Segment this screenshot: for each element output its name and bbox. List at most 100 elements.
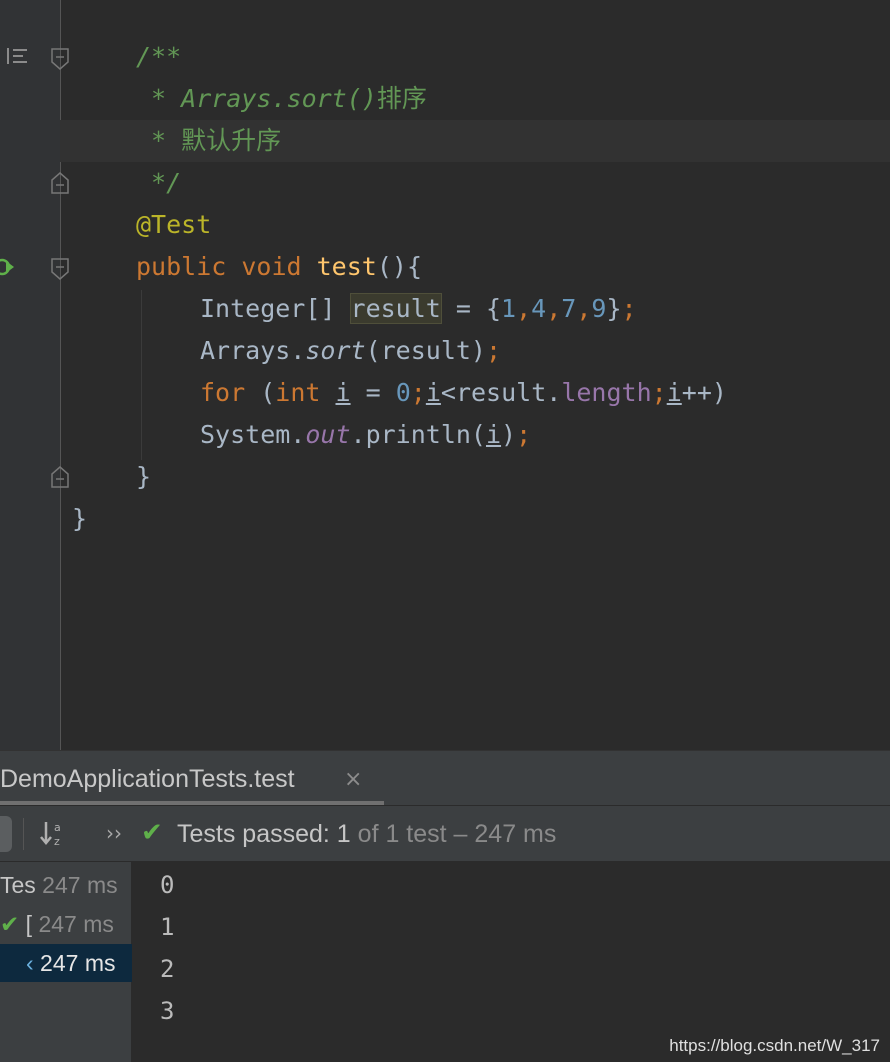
code-token: = { [440,294,502,323]
run-test-icon[interactable] [0,256,16,283]
code-editor[interactable]: /** * Arrays.sort()排序 * 默认升序 */ @Test pu… [0,0,890,750]
close-icon[interactable]: × [344,765,362,795]
code-token: 0 [395,378,411,407]
run-toolbar: az ›› ✔ Tests passed: 1 of 1 test – 247 … [0,805,890,862]
code-line[interactable]: */ [136,162,181,204]
code-token: ( [260,378,276,407]
toolbar-separator [23,818,24,850]
code-token: ; [651,378,667,407]
svg-text:a: a [54,821,61,834]
code-token: 排序 [376,84,427,113]
code-token: (){ [376,252,422,281]
code-token: , [576,294,592,323]
code-token: * [136,126,182,155]
tree-row-time: 247 ms [32,911,114,937]
check-icon: ✔ [141,818,163,848]
code-token: } [136,462,152,491]
fold-end-icon[interactable] [51,172,69,194]
code-token: } [72,504,88,533]
code-line[interactable]: public void test(){ [136,246,422,288]
code-token: int [275,378,336,407]
tests-summary: of 1 test – 247 ms [350,820,557,848]
code-token: public [136,252,242,281]
code-token: 7 [561,294,577,323]
code-line[interactable]: Integer[] result = {1,4,7,9}; [200,288,637,330]
code-token: 默认升序 [181,126,282,155]
code-token: = [350,378,396,407]
code-line[interactable]: * 默认升序 [136,120,281,162]
code-line[interactable]: * Arrays.sort()排序 [136,78,427,120]
code-line[interactable]: } [72,498,87,540]
more-actions-icon[interactable]: ›› [106,818,122,848]
fold-start-icon[interactable] [51,48,69,70]
code-token: 1 [501,294,517,323]
code-line[interactable]: /** [136,36,181,78]
fold-start-icon[interactable] [51,258,69,280]
tests-passed-label: Tests passed: 1 [177,820,351,848]
tree-row-marker: ‹ [26,950,34,976]
code-token: sort [305,336,366,365]
code-token: i [666,378,682,407]
svg-text:z: z [54,835,60,848]
watermark: https://blog.csdn.net/W_317 [669,1036,880,1055]
output-line: 1 [160,913,175,941]
indent-guide [141,290,142,460]
run-tool-window: DemoApplicationTests.test × az ›› ✔ Test… [0,750,890,1062]
code-token: @Test [136,210,212,239]
editor-gutter[interactable] [0,0,60,750]
run-tab-title[interactable]: DemoApplicationTests.test [0,761,295,797]
tree-row-name: [ [19,911,33,937]
code-token: 4 [531,294,547,323]
code-token: .println( [350,420,486,449]
code-token: i [485,420,502,449]
fold-end-icon[interactable] [51,466,69,488]
tree-row-method[interactable]: ✔ [ 247 ms [0,905,132,943]
code-token: ; [410,378,426,407]
code-line[interactable]: Arrays.sort(result); [200,330,501,372]
rerun-button[interactable] [0,816,12,852]
doc-comment-render-icon[interactable] [6,46,30,71]
code-token: out [305,420,351,449]
code-token: System. [200,420,306,449]
output-line: 2 [160,955,175,983]
code-token: ; [621,294,637,323]
code-token: length [561,378,652,407]
code-line[interactable]: System.out.println(i); [200,414,531,456]
test-tree[interactable]: Tes 247 ms ✔ [ 247 ms ‹ 247 ms [0,862,132,1062]
code-token: Integer[] [200,294,351,323]
code-token: * Arrays.sort() [136,84,377,113]
code-token: result [349,293,442,324]
code-token: , [546,294,562,323]
code-line[interactable]: for (int i = 0;i<result.length;i++) [200,372,727,414]
output-line: 3 [160,997,175,1025]
code-token: test [316,252,377,281]
code-token: 9 [591,294,607,323]
code-token: */ [136,168,182,197]
console-output[interactable]: 0 1 2 3 [133,862,890,1062]
check-icon: ✔ [0,912,20,938]
sort-alphabetically-icon[interactable]: az [40,818,68,857]
tree-row-time: 247 ms [33,950,116,976]
code-token: } [606,294,622,323]
tree-row-class[interactable]: Tes 247 ms [0,866,132,904]
test-status: Tests passed: 1 of 1 test – 247 ms [177,817,556,851]
tree-row-selected[interactable]: ‹ 247 ms [0,944,132,982]
gutter-separator [60,0,61,750]
tree-row-time: 247 ms [35,872,118,898]
code-token: , [516,294,532,323]
code-token: Arrays. [200,336,306,365]
code-token: i [335,378,351,407]
output-line: 0 [160,871,175,899]
code-token: ) [501,420,517,449]
code-line[interactable]: } [136,456,151,498]
code-token: <result. [440,378,562,407]
code-token: void [241,252,317,281]
code-token: ; [486,336,502,365]
run-tab-bar: DemoApplicationTests.test × [0,750,890,806]
code-token: /** [136,42,182,71]
tree-row-name: Tes [0,872,36,898]
code-token: (result) [365,336,486,365]
code-token: ; [516,420,532,449]
code-line[interactable]: @Test [136,204,211,246]
code-token: i [425,378,441,407]
